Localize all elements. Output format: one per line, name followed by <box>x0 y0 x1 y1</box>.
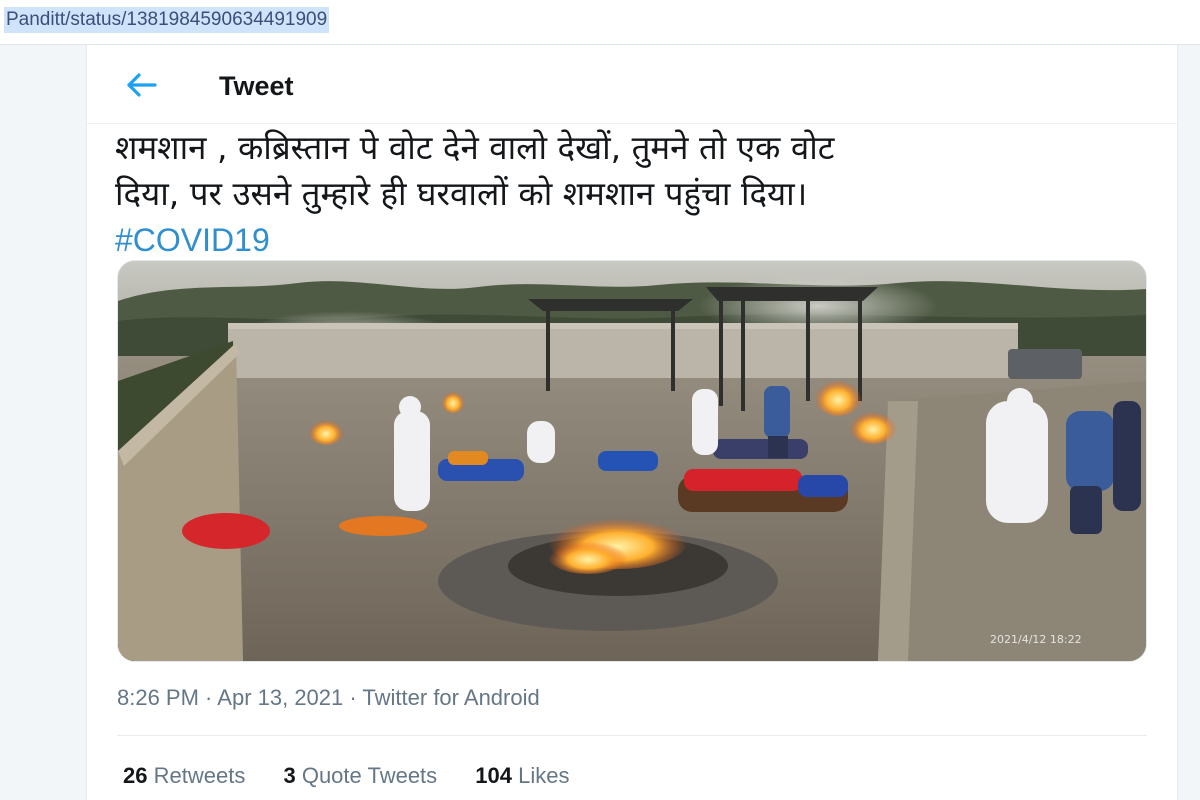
tweet-text-line-2: दिया, पर उसने तुम्हारे ही घरवालों को शमश… <box>115 174 808 213</box>
page: Tweet शमशान , कब्रिस्तान पे वोट देने वाल… <box>0 45 1200 800</box>
divider <box>117 735 1147 736</box>
quote-tweets-count: 3 <box>283 763 296 788</box>
cremation-ground-photo: 2021/4/12 18:22 <box>118 261 1146 661</box>
tweet-text: शमशान , कब्रिस्तान पे वोट देने वालो देखो… <box>115 125 1135 263</box>
hashtag-link[interactable]: #COVID19 <box>115 217 1135 263</box>
retweets-stat[interactable]: 26 Retweets <box>123 763 245 788</box>
tweet-timestamp: 8:26 PM · Apr 13, 2021 · Twitter for And… <box>117 685 540 711</box>
browser-address-bar[interactable]: Panditt/status/1381984590634491909 <box>0 0 1200 45</box>
tweet-date[interactable]: Apr 13, 2021 <box>217 685 343 710</box>
tweet-time[interactable]: 8:26 PM <box>117 685 199 710</box>
tweet-stats: 26 Retweets 3 Quote Tweets 104 Likes <box>123 763 602 789</box>
tweet-source-link[interactable]: Twitter for Android <box>362 685 539 710</box>
separator-dot-2: · <box>343 685 363 710</box>
tweet-text-line-1: शमशान , कब्रिस्तान पे वोट देने वालो देखो… <box>115 128 835 167</box>
retweets-label: Retweets <box>153 763 246 788</box>
retweets-count: 26 <box>123 763 148 788</box>
likes-label: Likes <box>518 763 570 788</box>
photo-timestamp: 2021/4/12 18:22 <box>990 633 1082 646</box>
likes-count: 104 <box>475 763 513 788</box>
back-button[interactable] <box>121 67 161 103</box>
tweet-header: Tweet <box>87 45 1177 124</box>
tweet-card: Tweet शमशान , कब्रिस्तान पे वोट देने वाल… <box>86 45 1178 800</box>
page-title: Tweet <box>219 71 294 101</box>
url-text[interactable]: Panditt/status/1381984590634491909 <box>4 7 330 33</box>
tweet-media-photo[interactable]: 2021/4/12 18:22 <box>117 260 1147 662</box>
quote-tweets-stat[interactable]: 3 Quote Tweets <box>283 763 437 788</box>
separator-dot: · <box>198 685 218 710</box>
arrow-left-icon <box>127 73 157 97</box>
quote-tweets-label: Quote Tweets <box>301 763 438 788</box>
likes-stat[interactable]: 104 Likes <box>475 763 569 788</box>
